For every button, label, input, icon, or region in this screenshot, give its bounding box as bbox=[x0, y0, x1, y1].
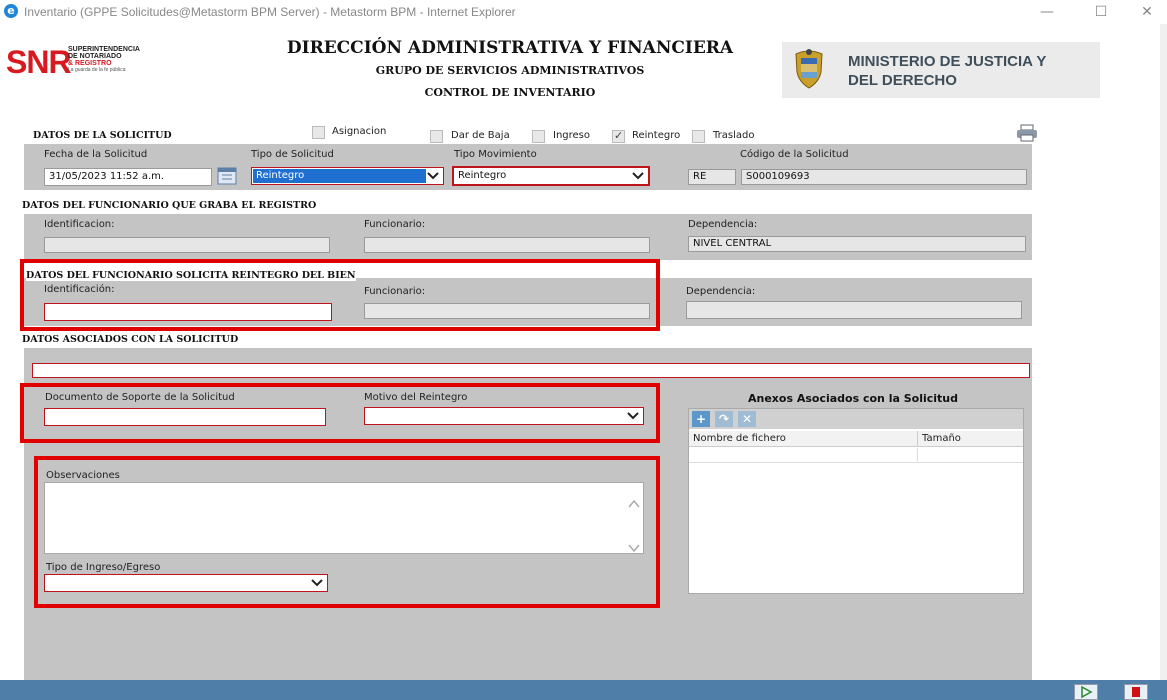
graba-id-field[interactable] bbox=[44, 237, 330, 253]
col-divider bbox=[917, 448, 918, 463]
checkbox-dar-de-baja-label: Dar de Baja bbox=[451, 130, 510, 141]
checkbox-traslado[interactable] bbox=[692, 130, 705, 143]
col-nombre-fichero[interactable]: Nombre de fichero bbox=[693, 433, 786, 444]
section-solicitud-label: DATOS DE LA SOLICITUD bbox=[33, 130, 172, 141]
documento-label: Documento de Soporte de la Solicitud bbox=[45, 392, 235, 403]
checkbox-reintegro-label: Reintegro bbox=[632, 130, 681, 141]
printer-icon[interactable] bbox=[1016, 124, 1038, 142]
delete-annex-icon[interactable]: ✕ bbox=[738, 411, 756, 427]
edit-annex-icon[interactable]: ↷ bbox=[715, 411, 733, 427]
section-asociados-label: DATOS ASOCIADOS CON LA SOLICITUD bbox=[22, 334, 239, 345]
reintegro-id-label: Identificación: bbox=[44, 284, 115, 295]
coat-of-arms-icon bbox=[795, 49, 823, 89]
graba-dependencia-label: Dependencia: bbox=[688, 219, 758, 230]
chevron-down-icon bbox=[427, 172, 439, 180]
table-row[interactable] bbox=[689, 448, 1023, 463]
tipo-solicitud-value: Reintegro bbox=[253, 169, 426, 183]
textarea-scroll-arrows[interactable] bbox=[627, 497, 641, 557]
status-bar bbox=[0, 680, 1167, 700]
graba-id-label: Identificacion: bbox=[44, 219, 115, 230]
play-icon bbox=[1081, 685, 1093, 699]
ministerio-banner: MINISTERIO DE JUSTICIA Y DEL DERECHO bbox=[782, 42, 1100, 98]
snr-logo-text: SNR bbox=[6, 44, 72, 80]
checkbox-traslado-label: Traslado bbox=[713, 130, 755, 141]
tipo-movimiento-label: Tipo Movimiento bbox=[454, 149, 537, 160]
stop-button[interactable] bbox=[1124, 684, 1148, 700]
play-button[interactable] bbox=[1074, 684, 1098, 700]
graba-dependencia-field[interactable]: NIVEL CENTRAL bbox=[688, 236, 1026, 252]
asociados-top-field[interactable] bbox=[32, 363, 1030, 378]
codigo-field[interactable]: S000109693 bbox=[741, 169, 1027, 185]
checkbox-dar-de-baja[interactable] bbox=[430, 130, 443, 143]
form-body: DATOS DE LA SOLICITUD Asignacion Dar de … bbox=[0, 120, 1160, 680]
reintegro-funcionario-label: Funcionario: bbox=[364, 286, 426, 297]
ministerio-text: MINISTERIO DE JUSTICIA Y DEL DERECHO bbox=[848, 53, 1047, 89]
graba-funcionario-field[interactable] bbox=[364, 237, 650, 253]
form-header: SNR SUPERINTENDENCIA DE NOTARIADO & REGI… bbox=[0, 24, 1160, 120]
chevron-down-icon bbox=[627, 412, 639, 420]
page-subtitle-2: CONTROL DE INVENTARIO bbox=[424, 86, 596, 99]
vertical-scrollbar[interactable] bbox=[1160, 24, 1167, 680]
reintegro-dependencia-field[interactable] bbox=[686, 301, 1022, 319]
calendar-icon[interactable] bbox=[217, 166, 239, 186]
reintegro-dependencia-label: Dependencia: bbox=[686, 286, 756, 297]
logo-line: & REGISTRO bbox=[68, 60, 112, 67]
reintegro-funcionario-field[interactable] bbox=[364, 303, 650, 319]
codigo-label: Código de la Solicitud bbox=[740, 149, 849, 160]
page-title: DIRECCIÓN ADMINISTRATIVA Y FINANCIERA bbox=[286, 38, 734, 58]
documento-field[interactable] bbox=[44, 408, 326, 426]
col-tamano[interactable]: Tamaño bbox=[922, 433, 961, 444]
close-button[interactable]: ✕ bbox=[1130, 2, 1164, 22]
tipo-ingreso-egreso-select[interactable] bbox=[44, 574, 328, 592]
col-divider bbox=[917, 431, 918, 447]
motivo-label: Motivo del Reintegro bbox=[364, 392, 468, 403]
minimize-button[interactable]: — bbox=[1030, 2, 1064, 22]
fecha-label: Fecha de la Solicitud bbox=[44, 149, 148, 160]
fecha-field[interactable]: 31/05/2023 11:52 a.m. bbox=[44, 168, 212, 186]
anexos-grid: + ↷ ✕ Nombre de fichero Tamaño bbox=[688, 408, 1024, 594]
tipo-movimiento-value: Reintegro bbox=[458, 170, 507, 181]
window-titlebar: e Inventario (GPPE Solicitudes@Metastorm… bbox=[0, 0, 1167, 24]
checkbox-ingreso-label: Ingreso bbox=[553, 130, 591, 141]
logo-line: SUPERINTENDENCIA bbox=[68, 46, 140, 53]
tipo-movimiento-select[interactable]: Reintegro bbox=[452, 166, 650, 186]
maximize-button[interactable]: ☐ bbox=[1084, 2, 1118, 22]
anexos-toolbar: + ↷ ✕ bbox=[689, 409, 1023, 429]
reintegro-id-field[interactable] bbox=[44, 303, 332, 321]
checkbox-asignacion[interactable] bbox=[312, 126, 325, 139]
stop-icon bbox=[1132, 687, 1140, 697]
chevron-down-icon bbox=[632, 172, 644, 180]
internet-explorer-icon: e bbox=[4, 4, 18, 18]
tipo-solicitud-label: Tipo de Solicitud bbox=[251, 149, 334, 160]
section-reintegro-label: DATOS DEL FUNCIONARIO SOLICITA REINTEGRO… bbox=[26, 270, 356, 281]
graba-funcionario-label: Funcionario: bbox=[364, 219, 426, 230]
observaciones-label: Observaciones bbox=[46, 470, 120, 481]
anexos-title: Anexos Asociados con la Solicitud bbox=[748, 392, 959, 405]
chevron-down-icon bbox=[311, 579, 323, 587]
logo-line: La guarda de la fe pública bbox=[68, 67, 126, 73]
motivo-select[interactable] bbox=[364, 407, 644, 425]
logo-line: DE NOTARIADO bbox=[68, 53, 122, 60]
snr-logo: SNR SUPERINTENDENCIA DE NOTARIADO & REGI… bbox=[6, 42, 156, 92]
tipo-solicitud-select[interactable]: Reintegro bbox=[251, 167, 444, 185]
page-subtitle: GRUPO DE SERVICIOS ADMINISTRATIVOS bbox=[375, 64, 645, 77]
observaciones-textarea[interactable] bbox=[44, 482, 644, 554]
checkbox-asignacion-label: Asignacion bbox=[332, 126, 387, 137]
tipo-ingreso-egreso-label: Tipo de Ingreso/Egreso bbox=[46, 562, 161, 573]
section-graba-label: DATOS DEL FUNCIONARIO QUE GRABA EL REGIS… bbox=[22, 200, 317, 211]
window-title: Inventario (GPPE Solicitudes@Metastorm B… bbox=[24, 5, 516, 19]
checkbox-reintegro[interactable] bbox=[612, 129, 625, 143]
checkbox-ingreso[interactable] bbox=[532, 130, 545, 143]
codigo-prefix-field[interactable]: RE bbox=[688, 169, 736, 185]
add-annex-icon[interactable]: + bbox=[692, 411, 710, 427]
anexos-header-row: Nombre de fichero Tamaño bbox=[689, 431, 1023, 447]
